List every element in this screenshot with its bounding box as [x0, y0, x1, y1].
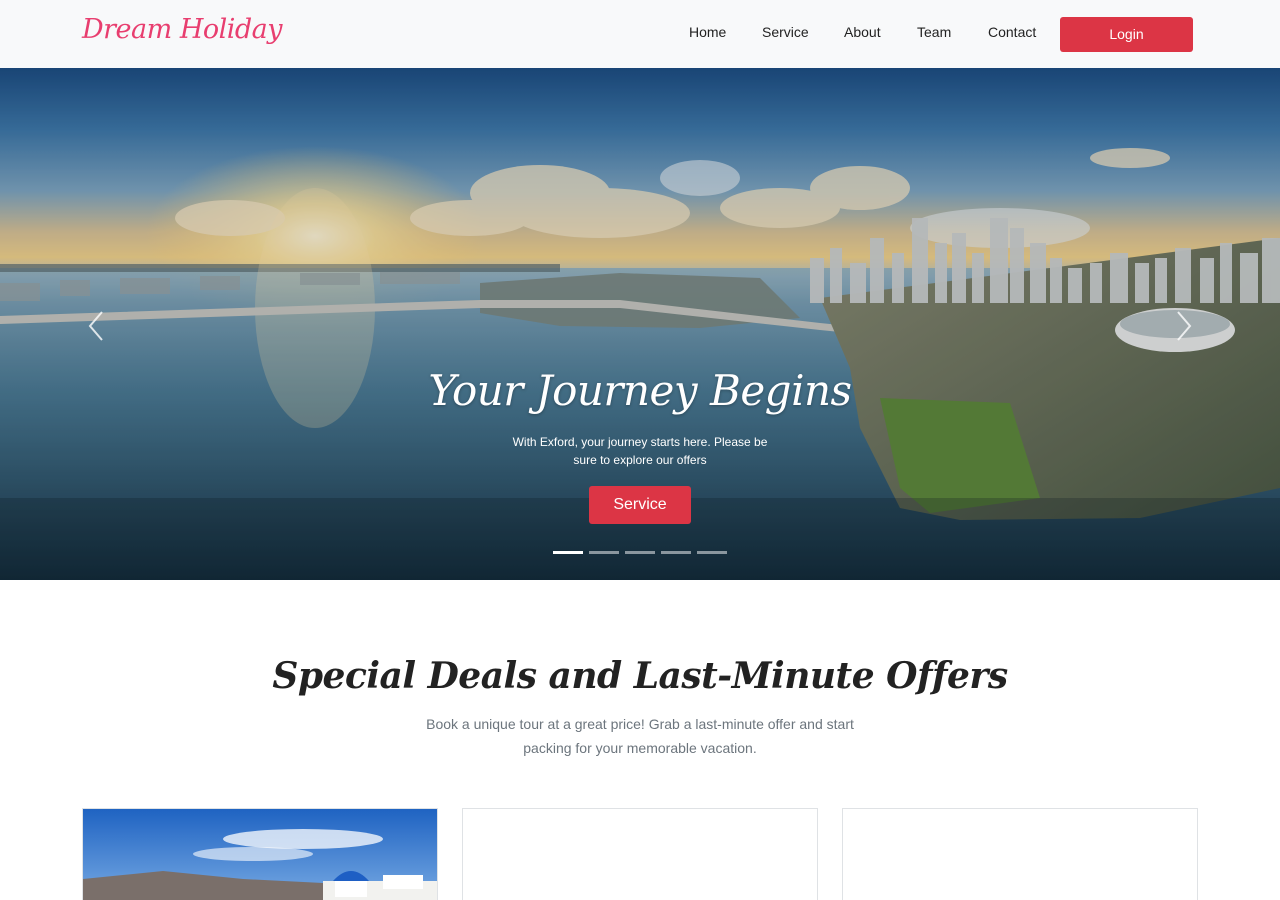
nav-link-home[interactable]: Home — [689, 24, 726, 40]
hero-carousel: Your Journey Begins With Exford, your jo… — [0, 68, 1280, 580]
deal-card-2[interactable] — [462, 808, 818, 900]
navbar: Dream Holiday Home Service About Team Co… — [0, 0, 1280, 68]
deal-card-3[interactable] — [842, 808, 1198, 900]
nav-link-about[interactable]: About — [844, 24, 881, 40]
carousel-indicator-1[interactable] — [553, 551, 583, 554]
carousel-next-button[interactable] — [1168, 306, 1198, 346]
carousel-indicator-3[interactable] — [625, 551, 655, 554]
deals-subtitle: Book a unique tour at a great price! Gra… — [426, 716, 854, 756]
deal-card-1[interactable] — [82, 808, 438, 900]
deal-card-image — [83, 809, 437, 900]
deals-title: Special Deals and Last-Minute Offers — [272, 655, 1008, 697]
nav-link-team[interactable]: Team — [917, 24, 951, 40]
carousel-indicator-2[interactable] — [589, 551, 619, 554]
chevron-left-icon — [88, 311, 103, 341]
hero-service-button[interactable]: Service — [589, 486, 691, 524]
carousel-prev-button[interactable] — [82, 306, 112, 346]
hero-subtitle: With Exford, your journey starts here. P… — [512, 435, 768, 467]
carousel-indicator-4[interactable] — [661, 551, 691, 554]
chevron-right-icon — [1177, 311, 1192, 341]
login-button[interactable]: Login — [1060, 17, 1193, 52]
nav-link-contact[interactable]: Contact — [988, 24, 1036, 40]
nav-link-service[interactable]: Service — [762, 24, 809, 40]
hero-title: Your Journey Begins — [428, 366, 852, 415]
santorini-image — [83, 809, 437, 900]
brand-logo[interactable]: Dream Holiday — [82, 14, 283, 45]
carousel-indicator-5[interactable] — [697, 551, 727, 554]
